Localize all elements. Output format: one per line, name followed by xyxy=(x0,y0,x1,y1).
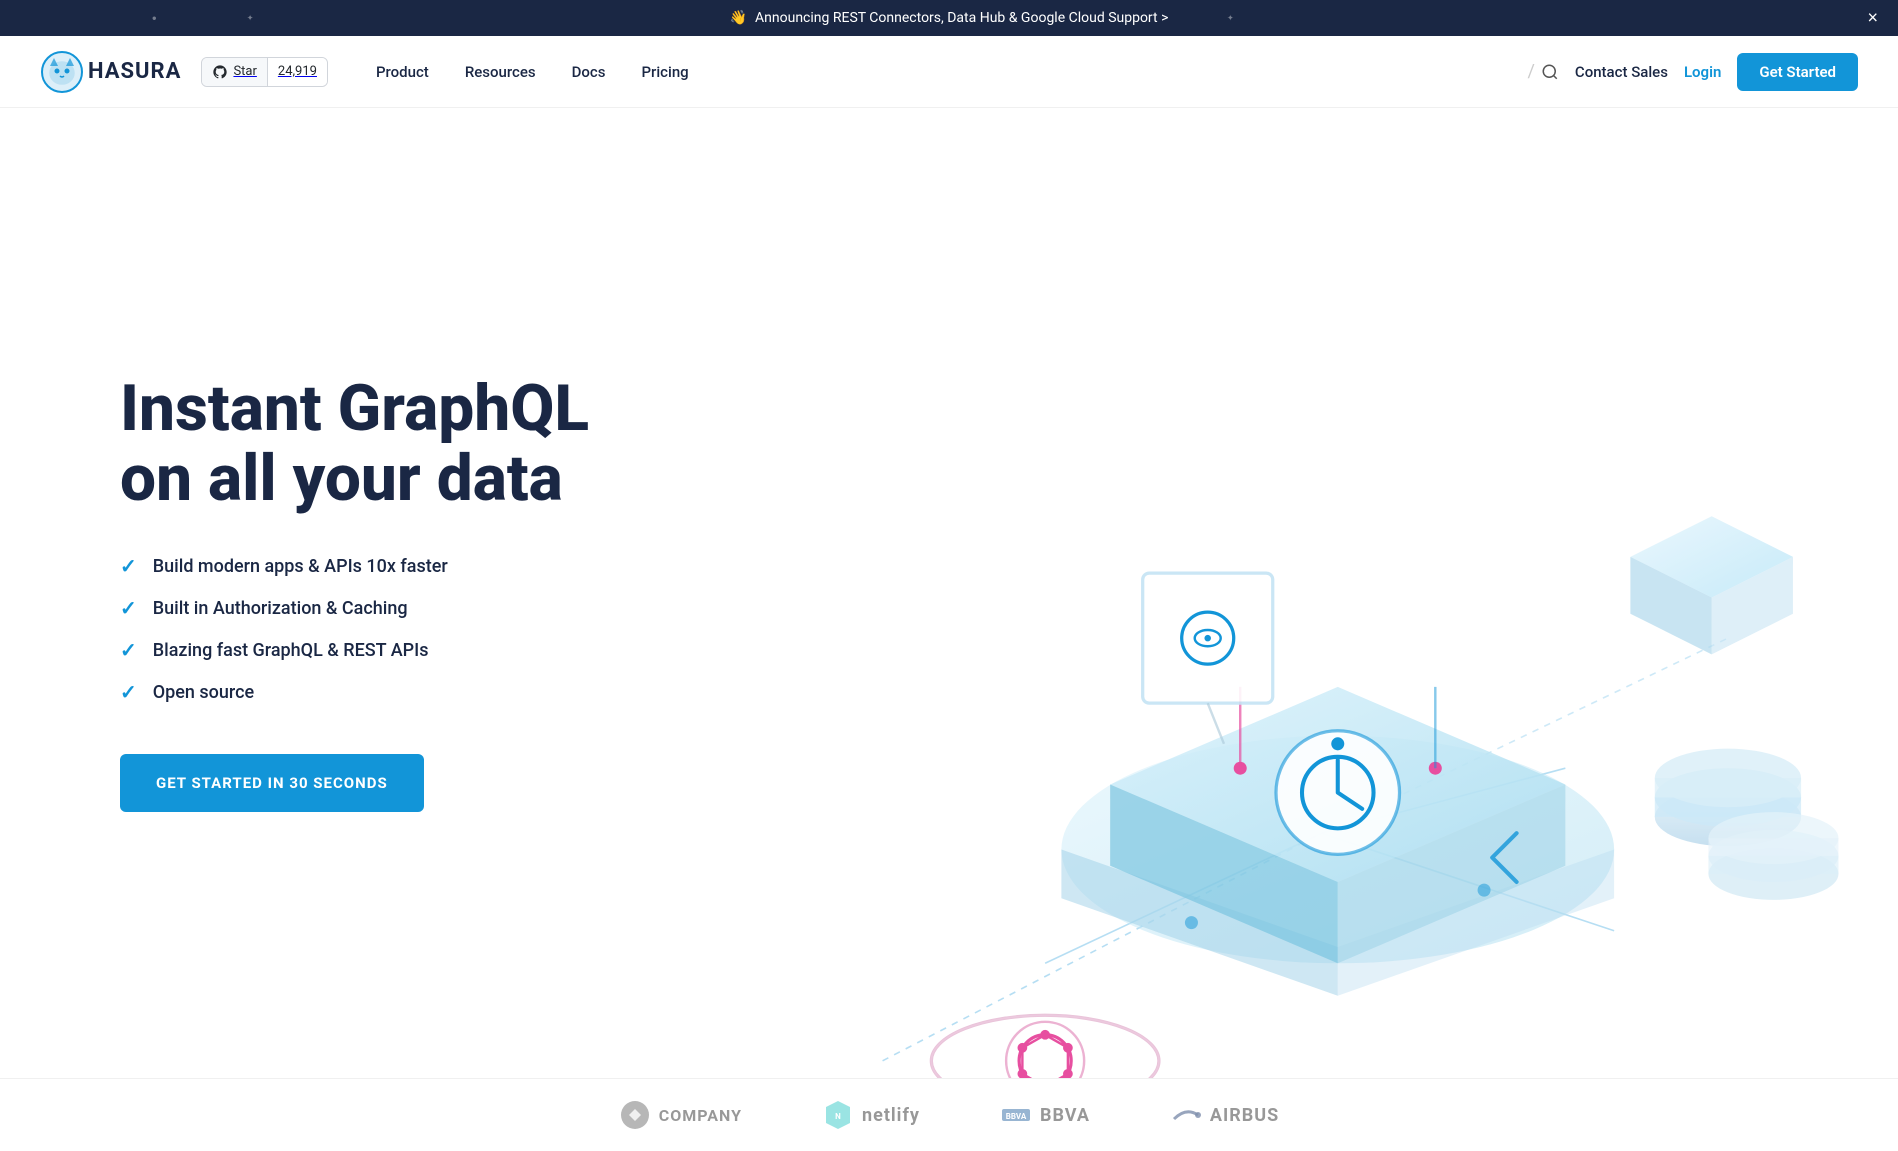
feature-item-3: ✓ Blazing fast GraphQL & REST APIs xyxy=(120,638,680,662)
trusted-logos-section: COMPANY N netlify BBVA BBVA AIRBUS xyxy=(0,1078,1898,1151)
hero-illustration-svg xyxy=(720,313,1858,1078)
get-started-nav-button[interactable]: Get Started xyxy=(1737,53,1858,91)
logo-text: HASURA xyxy=(88,59,181,84)
check-icon-2: ✓ xyxy=(120,596,137,620)
feature-item-1: ✓ Build modern apps & APIs 10x faster xyxy=(120,554,680,578)
nav-item-docs[interactable]: Docs xyxy=(556,55,622,89)
check-icon-3: ✓ xyxy=(120,638,137,662)
nav-item-product[interactable]: Product xyxy=(360,55,445,89)
hero-features-list: ✓ Build modern apps & APIs 10x faster ✓ … xyxy=(120,554,680,704)
github-star-widget[interactable]: Star 24,919 xyxy=(201,57,328,87)
svg-text:N: N xyxy=(835,1112,841,1121)
github-star-count: 24,919 xyxy=(268,58,327,86)
feature-text-3: Blazing fast GraphQL & REST APIs xyxy=(153,640,429,661)
announcement-close-button[interactable]: × xyxy=(1867,8,1878,29)
logo-company-1: COMPANY xyxy=(619,1099,742,1131)
announcement-text: Announcing REST Connectors, Data Hub & G… xyxy=(755,10,1158,26)
hero-title-line2: on all your data xyxy=(120,441,563,516)
netlify-name: netlify xyxy=(862,1105,920,1126)
feature-text-2: Built in Authorization & Caching xyxy=(153,598,408,619)
github-star-button[interactable]: Star xyxy=(202,58,267,86)
nav-item-pricing[interactable]: Pricing xyxy=(625,55,704,89)
decorative-star: ✦ xyxy=(247,14,254,23)
announcement-bar: ● ✦ ✦ 👋 Announcing REST Connectors, Data… xyxy=(0,0,1898,36)
check-icon-1: ✓ xyxy=(120,554,137,578)
netlify-icon: N xyxy=(822,1099,854,1131)
nav-links: Product Resources Docs Pricing xyxy=(360,55,1527,89)
feature-text-4: Open source xyxy=(153,682,254,703)
github-star-label: Star xyxy=(233,64,256,79)
github-icon xyxy=(212,64,228,80)
logo-bbva: BBVA BBVA xyxy=(1000,1099,1090,1131)
airbus-icon xyxy=(1170,1099,1202,1131)
airbus-name: AIRBUS xyxy=(1210,1105,1279,1126)
feature-text-1: Build modern apps & APIs 10x faster xyxy=(153,556,448,577)
hero-title-line1: Instant GraphQL xyxy=(120,371,589,446)
feature-item-4: ✓ Open source xyxy=(120,680,680,704)
search-divider: / xyxy=(1527,61,1534,82)
bbva-icon: BBVA xyxy=(1000,1099,1032,1131)
nav-right: / Contact Sales Login Get Started xyxy=(1527,53,1858,91)
hasura-logo-icon xyxy=(40,50,84,94)
contact-sales-link[interactable]: Contact Sales xyxy=(1575,63,1668,81)
hero-illustration xyxy=(720,313,1858,873)
svg-text:BBVA: BBVA xyxy=(1006,1112,1027,1121)
decorative-dot: ● xyxy=(152,14,157,23)
announcement-emoji: 👋 xyxy=(730,10,747,26)
company1-icon xyxy=(619,1099,651,1131)
logo-airbus: AIRBUS xyxy=(1170,1099,1279,1131)
announcement-link[interactable]: Announcing REST Connectors, Data Hub & G… xyxy=(755,10,1168,26)
bbva-name: BBVA xyxy=(1040,1105,1090,1126)
hero-content: Instant GraphQL on all your data ✓ Build… xyxy=(120,374,680,813)
hero-cta-button[interactable]: GET STARTED IN 30 SECONDS xyxy=(120,754,424,812)
decorative-star-right: ✦ xyxy=(1227,14,1234,23)
announcement-arrow: > xyxy=(1161,10,1168,26)
check-icon-4: ✓ xyxy=(120,680,137,704)
nav-item-resources[interactable]: Resources xyxy=(449,55,552,89)
login-button[interactable]: Login xyxy=(1684,63,1721,81)
hero-title: Instant GraphQL on all your data xyxy=(120,374,680,515)
hero-section: Instant GraphQL on all your data ✓ Build… xyxy=(0,108,1898,1078)
search-area: / xyxy=(1527,61,1558,82)
navbar: HASURA Star 24,919 Product Resources Doc… xyxy=(0,36,1898,108)
search-icon[interactable] xyxy=(1541,63,1559,81)
company1-name: COMPANY xyxy=(659,1106,742,1125)
feature-item-2: ✓ Built in Authorization & Caching xyxy=(120,596,680,620)
logo-netlify: N netlify xyxy=(822,1099,920,1131)
logo-link[interactable]: HASURA xyxy=(40,50,181,94)
